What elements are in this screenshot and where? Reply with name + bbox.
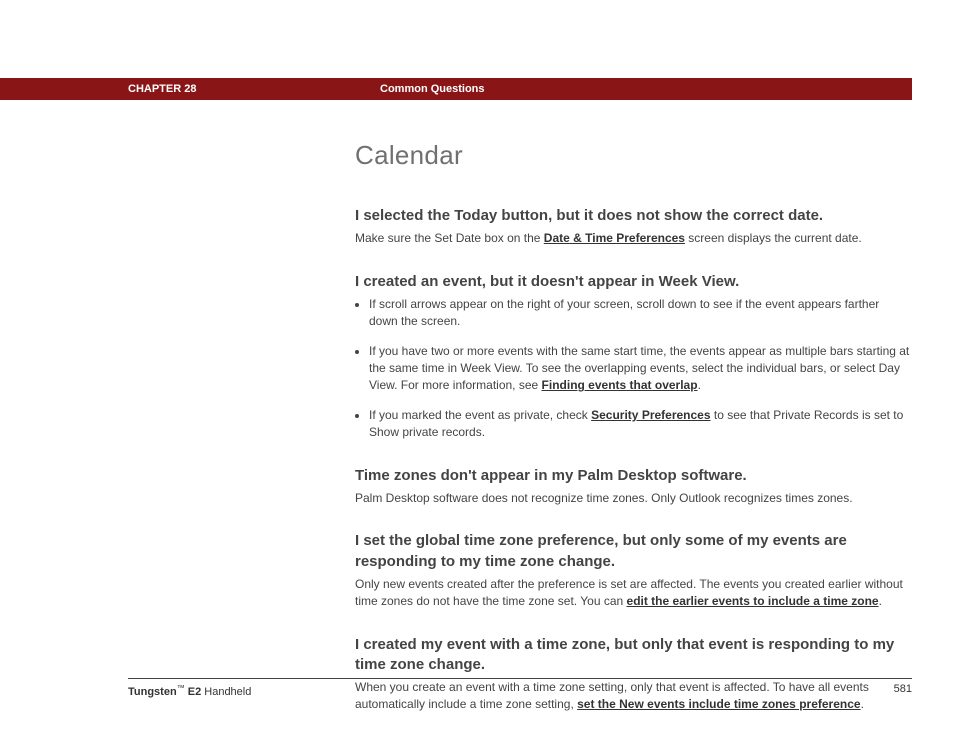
question-3-heading: Time zones don't appear in my Palm Deskt… bbox=[355, 466, 910, 486]
trademark-symbol: ™ bbox=[177, 683, 185, 692]
q4-text-after: . bbox=[879, 594, 882, 608]
security-preferences-link[interactable]: Security Preferences bbox=[591, 408, 710, 422]
header-band: CHAPTER 28 Common Questions bbox=[0, 78, 912, 100]
product-bold: Tungsten bbox=[128, 686, 177, 698]
q1-text-before: Make sure the Set Date box on the bbox=[355, 231, 544, 245]
finding-events-overlap-link[interactable]: Finding events that overlap bbox=[542, 378, 698, 392]
question-3-answer: Palm Desktop software does not recognize… bbox=[355, 490, 910, 507]
question-4-answer: Only new events created after the prefer… bbox=[355, 576, 910, 611]
question-1-heading: I selected the Today button, but it does… bbox=[355, 206, 910, 226]
product-rest: Handheld bbox=[201, 686, 251, 698]
section-label: Common Questions bbox=[380, 78, 485, 100]
date-time-preferences-link[interactable]: Date & Time Preferences bbox=[544, 231, 685, 245]
new-events-timezone-pref-link[interactable]: set the New events include time zones pr… bbox=[577, 697, 860, 711]
q2-bullet-3: If you marked the event as private, chec… bbox=[369, 407, 910, 442]
q1-text-after: screen displays the current date. bbox=[685, 231, 862, 245]
product-name: Tungsten™ E2 Handheld bbox=[128, 686, 251, 698]
page-title: Calendar bbox=[355, 140, 910, 171]
page-number: 581 bbox=[894, 683, 912, 695]
question-4-heading: I set the global time zone preference, b… bbox=[355, 531, 910, 572]
q2-bullet-2: If you have two or more events with the … bbox=[369, 343, 910, 395]
q2-b2-after: . bbox=[698, 378, 701, 392]
q2-bullet-1: If scroll arrows appear on the right of … bbox=[369, 296, 910, 331]
footer: Tungsten™ E2 Handheld 581 bbox=[128, 683, 912, 698]
question-1-answer: Make sure the Set Date box on the Date &… bbox=[355, 230, 910, 247]
edit-events-timezone-link[interactable]: edit the earlier events to include a tim… bbox=[627, 594, 879, 608]
question-5-heading: I created my event with a time zone, but… bbox=[355, 635, 910, 676]
question-2-heading: I created an event, but it doesn't appea… bbox=[355, 272, 910, 292]
q2-b3-before: If you marked the event as private, chec… bbox=[369, 408, 591, 422]
product-model: E2 bbox=[185, 686, 202, 698]
question-2-list: If scroll arrows appear on the right of … bbox=[355, 296, 910, 442]
footer-rule bbox=[128, 678, 912, 679]
main-content: Calendar I selected the Today button, bu… bbox=[355, 140, 910, 714]
q5-text-after: . bbox=[861, 697, 864, 711]
chapter-label: CHAPTER 28 bbox=[128, 78, 196, 100]
